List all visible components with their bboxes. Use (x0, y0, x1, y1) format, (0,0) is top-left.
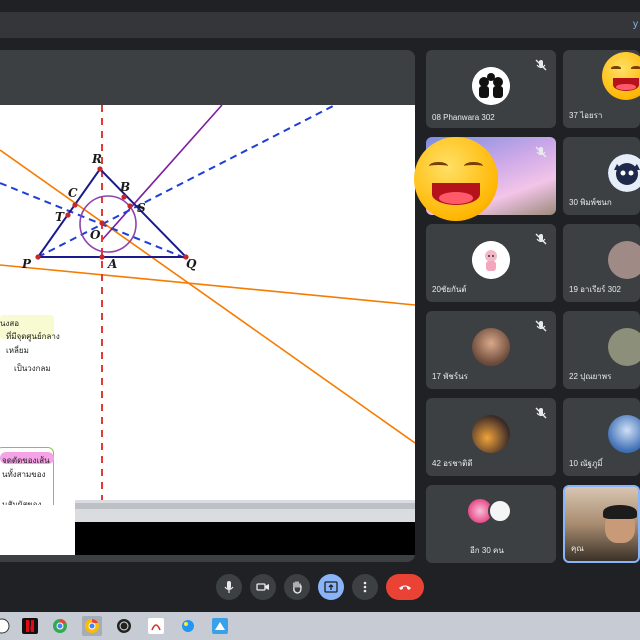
participant-tile[interactable]: 30 พิมพ์ชนก (563, 137, 640, 215)
label-a: A (107, 257, 117, 271)
self-view-tile[interactable]: คุณ (563, 485, 640, 563)
mic-button[interactable] (216, 574, 242, 600)
avatar (608, 415, 640, 453)
presentation-header (0, 50, 415, 104)
presentation-slide: R C B T S O P A Q (0, 105, 415, 505)
participant-tile[interactable]: 42 อรชาติดี (426, 398, 556, 476)
self-name: คุณ (571, 544, 584, 553)
chrome-active-icon[interactable] (82, 616, 102, 636)
netflix-icon[interactable] (20, 616, 40, 636)
slide-text-4: เป็นวงกลม (14, 364, 51, 373)
participant-name: 22 ปุณยาพร (569, 372, 612, 381)
point-o (99, 220, 105, 226)
participant-name: 20ชัยกันต์ (432, 285, 467, 294)
app-icon[interactable] (210, 616, 230, 636)
participant-tile[interactable]: 10 ณัฐภูมิ์ (563, 398, 640, 476)
browser-top-strip (0, 0, 640, 12)
pdf-icon[interactable] (146, 616, 166, 636)
point-t (65, 212, 71, 218)
slide-text-5: จดตัดของเส้น (2, 456, 50, 465)
slide-text-2: ที่มีจุดศูนย์กลาง (6, 332, 60, 341)
camera-button[interactable] (250, 574, 276, 600)
leave-call-button[interactable] (386, 574, 424, 600)
more-icon (363, 581, 367, 593)
participant-name: 30 พิมพ์ชนก (569, 198, 612, 207)
more-participants-tile[interactable]: อีก 30 คน (426, 485, 556, 563)
participant-tile[interactable]: 19 อาเรียร์ 302 (563, 224, 640, 302)
avatar (488, 499, 512, 523)
label-o: O (90, 228, 101, 242)
avatar (608, 241, 640, 279)
present-button[interactable] (318, 574, 344, 600)
point-a (99, 254, 105, 260)
camera-icon (256, 583, 269, 591)
orange-line-1 (0, 149, 415, 444)
extension-text[interactable]: y (633, 19, 638, 30)
orange-line-2 (0, 264, 415, 306)
point-r (97, 166, 103, 172)
label-p: P (21, 257, 32, 271)
slide-left-panel (0, 505, 75, 555)
participant-name: 42 อรชาติดี (432, 459, 473, 468)
mic-off-icon (534, 406, 548, 420)
participant-tile[interactable]: 08 Phanwara 302 (426, 50, 556, 128)
present-icon (324, 581, 338, 593)
slide-text-1: นงสอ (0, 319, 20, 328)
label-c: C (68, 186, 78, 200)
mic-off-icon (534, 232, 548, 246)
incircle (79, 195, 137, 253)
slide-text-3: เหลี่ยม (6, 346, 29, 355)
point-s (127, 203, 133, 209)
label-b: B (119, 180, 130, 194)
point-c (72, 202, 78, 208)
participant-tile[interactable]: 20ชัยกันต์ (426, 224, 556, 302)
obs-icon[interactable] (114, 616, 134, 636)
slide-bottom-band (75, 522, 415, 555)
avatar (472, 415, 510, 453)
mic-icon (224, 581, 234, 593)
os-taskbar (0, 612, 640, 640)
geometry-figure: R C B T S O P A Q (0, 105, 415, 505)
participant-name: 37 ไอยรา (569, 111, 603, 120)
point-p (35, 254, 41, 260)
mic-off-icon (534, 319, 548, 333)
avatar (608, 154, 640, 192)
more-participants-label: อีก 30 คน (470, 546, 504, 555)
label-s: S (137, 201, 146, 215)
presentation-stage: R C B T S O P A Q นงสอ ที่มีจุดศูนย์กลาง… (0, 50, 415, 562)
participant-name: 08 Phanwara 302 (432, 113, 495, 122)
mic-off-icon (534, 58, 548, 72)
participant-name: 10 ณัฐภูมิ์ (569, 459, 603, 468)
label-q: Q (186, 257, 197, 271)
avatar (472, 67, 510, 105)
participant-tile[interactable]: 17 พัชร์นร (426, 311, 556, 389)
browser-toolbar: y (0, 12, 640, 38)
avatar (472, 328, 510, 366)
hand-icon (293, 581, 302, 594)
mic-off-icon (534, 145, 548, 159)
raise-hand-button[interactable] (284, 574, 310, 600)
laughing-emoji-icon (414, 137, 498, 221)
avatar (472, 241, 510, 279)
paint-icon[interactable] (178, 616, 198, 636)
point-b (121, 194, 127, 200)
chrome-icon[interactable] (50, 616, 70, 636)
phone-end-icon (399, 585, 411, 590)
start-icon[interactable] (0, 616, 12, 636)
participant-name: 17 พัชร์นร (432, 372, 468, 381)
participant-name: 19 อาเรียร์ 302 (569, 285, 622, 294)
participant-tile[interactable]: 22 ปุณยาพร (563, 311, 640, 389)
label-t: T (55, 210, 65, 224)
avatar (608, 328, 640, 366)
more-options-button[interactable] (352, 574, 378, 600)
label-r: R (91, 152, 102, 166)
slide-text-6: นทั้งสามของ (2, 470, 46, 479)
call-controls (0, 570, 640, 606)
slide-scroll-band[interactable] (75, 500, 415, 522)
